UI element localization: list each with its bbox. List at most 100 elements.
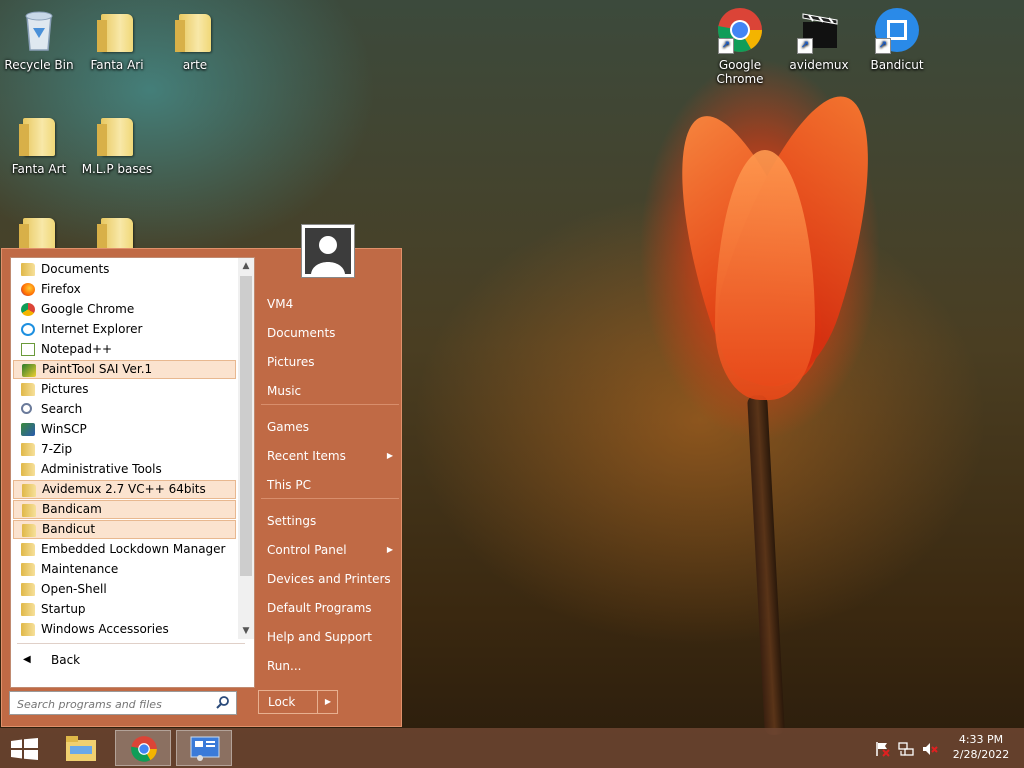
taskbar-app[interactable] [176,730,232,766]
program-label: PaintTool SAI Ver.1 [42,362,153,376]
submenu-arrow-icon: ▶ [386,451,393,460]
search-icon[interactable] [216,695,230,712]
volume-muted-icon[interactable] [922,741,938,760]
program-item[interactable]: Google Chrome [13,300,236,319]
program-label: Pictures [41,382,89,396]
program-item[interactable]: WinSCP [13,420,236,439]
program-item[interactable]: Embedded Lockdown Manager [13,540,236,559]
right-menu-item[interactable]: Pictures [259,349,399,375]
divider [261,404,399,405]
desktop-icon-google-chrome[interactable]: ↗ Google Chrome [701,6,779,86]
chrome-icon: ↗ [716,6,764,54]
lock-button[interactable]: Lock ▶ [258,690,338,714]
right-menu-item[interactable]: Recent Items ▶ [259,443,399,469]
scroll-thumb[interactable] [240,276,252,576]
taskbar-google-chrome[interactable] [115,730,171,766]
folder-icon [22,524,36,537]
clock-time: 4:33 PM [958,733,1004,746]
program-item[interactable]: Open-Shell [13,580,236,599]
scroll-down-arrow-icon[interactable]: ▼ [238,623,254,639]
program-item[interactable]: Internet Explorer [13,320,236,339]
folder-icon [22,484,36,497]
program-item[interactable]: Bandicut [13,520,236,539]
clock-date: 2/28/2022 [952,748,1010,761]
desktop-icon-arte[interactable]: arte [156,6,234,72]
search-input[interactable] [15,693,215,715]
program-item[interactable]: Startup [13,600,236,619]
back-button[interactable]: ◀ Back [19,649,239,671]
desktop-icon-label: Bandicut [870,58,924,72]
program-item[interactable]: PaintTool SAI Ver.1 [13,360,236,379]
clapperboard-icon: ↗ [795,6,843,54]
program-item[interactable]: Notepad++ [13,340,236,359]
right-menu-item[interactable]: Default Programs [259,595,399,621]
right-menu-label: VM4 [267,297,294,311]
program-label: Google Chrome [41,302,135,316]
notepad-plus-plus-icon [21,343,35,356]
desktop-icon-label: Google Chrome [716,58,764,86]
program-label: Embedded Lockdown Manager [41,542,226,556]
folder-icon [21,383,35,396]
desktop-icon-label: Fanta Ari [90,58,144,72]
folder-icon [21,463,35,476]
right-menu-item[interactable]: Music [259,378,399,404]
right-menu-item[interactable]: Control Panel ▶ [259,537,399,563]
start-menu: Documents Firefox Google Chrome Internet Ex… [1,224,402,727]
program-item[interactable]: 7-Zip [13,440,236,459]
right-menu-label: Help and Support [267,630,372,644]
program-item[interactable]: Documents [13,260,236,279]
lock-options-arrow-icon[interactable]: ▶ [317,691,338,713]
right-menu-item[interactable]: Help and Support [259,624,399,650]
right-menu-label: This PC [267,478,311,492]
program-item[interactable]: Bandicam [13,500,236,519]
program-label: Documents [41,262,110,276]
program-item[interactable]: Search [13,400,236,419]
user-avatar[interactable] [301,224,355,278]
program-item[interactable]: Administrative Tools [13,460,236,479]
start-button[interactable] [0,730,56,766]
right-menu-item[interactable]: Games [259,414,399,440]
programs-scrollbar[interactable]: ▲ ▼ [238,258,254,639]
scroll-up-arrow-icon[interactable]: ▲ [238,258,254,274]
network-icon[interactable] [898,741,914,760]
right-menu-label: Devices and Printers [267,572,391,586]
right-menu-label: Default Programs [267,601,372,615]
folder-icon [21,443,35,456]
program-item[interactable]: Pictures [13,380,236,399]
desktop-icon-avidemux[interactable]: ↗ avidemux [780,6,858,72]
taskbar-file-explorer[interactable] [54,730,110,766]
action-center-flag-icon[interactable] [874,741,890,760]
chrome-icon [21,303,35,316]
program-item[interactable]: Avidemux 2.7 VC++ 64bits [13,480,236,499]
program-item[interactable]: Windows Accessories [13,620,236,639]
desktop-icon-label: Fanta Art [11,162,67,176]
right-menu-item[interactable]: Settings [259,508,399,534]
folder-icon [15,110,63,158]
firefox-icon [21,283,35,296]
folder-icon [21,623,35,636]
clock[interactable]: 4:33 PM 2/28/2022 [948,733,1014,761]
chrome-icon [130,735,158,766]
desktop-icon-fanta-art[interactable]: Fanta Art [0,110,78,176]
right-menu-item[interactable]: This PC [259,472,399,498]
right-menu-item[interactable]: Devices and Printers [259,566,399,592]
right-menu-item[interactable]: VM4 [259,291,399,317]
program-item[interactable]: Firefox [13,280,236,299]
programs-list: Documents Firefox Google Chrome Internet Ex… [10,257,255,688]
desktop-icon-fanta-ari[interactable]: Fanta Ari [78,6,156,72]
right-menu-item[interactable]: Documents [259,320,399,346]
program-label: Open-Shell [41,582,107,596]
desktop-icon-recycle-bin[interactable]: Recycle Bin [0,6,78,72]
folder-icon [21,543,35,556]
search-box[interactable] [9,691,237,715]
right-menu-item[interactable]: Run... [259,653,399,679]
program-label: Administrative Tools [41,462,162,476]
folder-icon [21,263,35,276]
program-item[interactable]: Maintenance [13,560,236,579]
desktop-icon-mlp-bases[interactable]: M.L.P bases [78,110,156,176]
desktop-icon-bandicut[interactable]: ↗ Bandicut [858,6,936,72]
right-menu-label: Recent Items [267,449,346,463]
right-menu-label: Settings [267,514,317,528]
folder-icon [171,6,219,54]
right-menu-label: Games [267,420,309,434]
